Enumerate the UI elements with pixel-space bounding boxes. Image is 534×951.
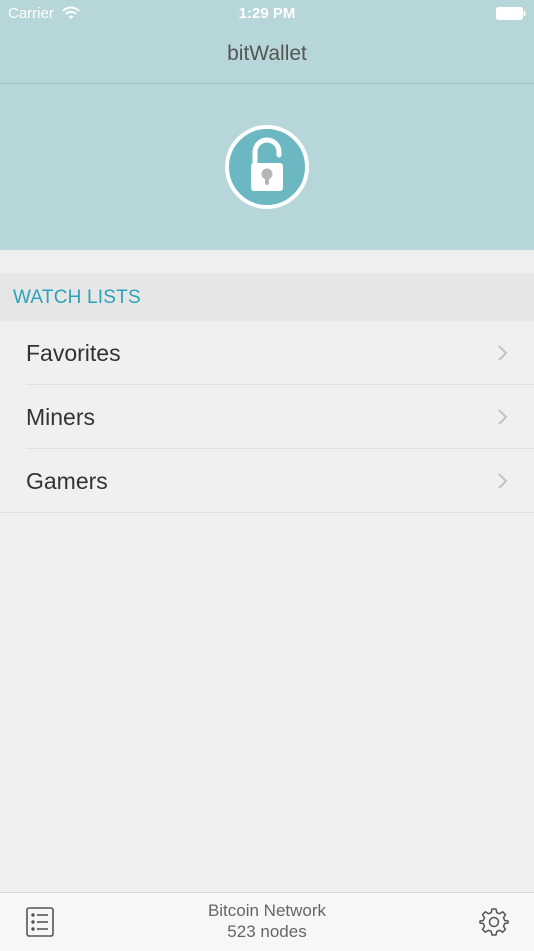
- list-item-label: Miners: [26, 404, 96, 430]
- status-time: 1:29 PM: [238, 5, 296, 22]
- gear-icon: [479, 908, 509, 936]
- chevron-right-icon: [498, 409, 508, 425]
- divider: [0, 512, 534, 513]
- bottom-toolbar: Bitcoin Network 523 nodes: [0, 892, 534, 951]
- chevron-right-icon: [498, 473, 508, 489]
- lock-button[interactable]: [225, 125, 309, 209]
- network-status: Bitcoin Network 523 nodes: [120, 900, 414, 942]
- section-title: WATCH LISTS: [13, 287, 141, 308]
- network-name: Bitcoin Network: [207, 901, 327, 920]
- list-item-label: Gamers: [26, 468, 108, 494]
- chevron-right-icon: [498, 345, 508, 361]
- list-view-button[interactable]: [26, 907, 54, 937]
- list-item-label: Favorites: [26, 340, 121, 366]
- node-count: 523 nodes: [227, 922, 307, 941]
- settings-button[interactable]: [479, 907, 509, 937]
- battery-icon: [496, 7, 526, 20]
- list-icon: [26, 907, 54, 937]
- list-item-gamers[interactable]: Gamers: [0, 449, 534, 513]
- lock-open-icon: [225, 125, 309, 209]
- list-item-favorites[interactable]: Favorites: [0, 321, 534, 385]
- list-item-miners[interactable]: Miners: [0, 385, 534, 449]
- watch-list: Favorites Miners Gamers: [0, 321, 534, 513]
- watch-lists-header: WATCH LISTS: [0, 273, 534, 321]
- status-bar: Carrier 1:29 PM: [0, 0, 534, 28]
- page-title: bitWallet: [227, 42, 307, 65]
- navigation-bar: bitWallet: [0, 28, 534, 84]
- header-area: Carrier 1:29 PM bitWallet: [0, 0, 534, 250]
